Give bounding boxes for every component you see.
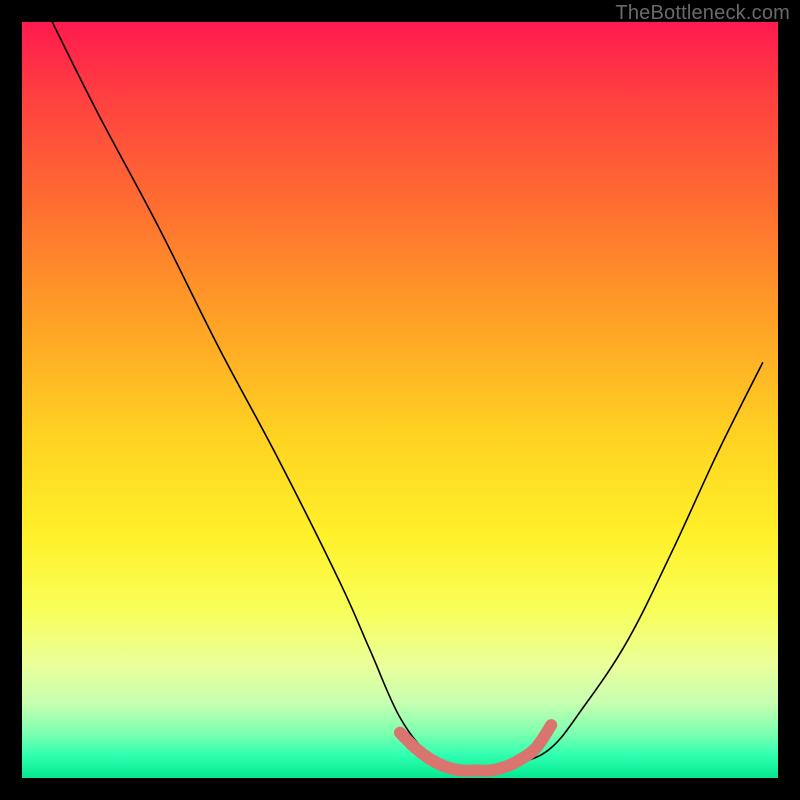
chart-frame: TheBottleneck.com [0,0,800,800]
series-optimal-band [400,725,551,771]
series-bottleneck-curve [52,22,763,772]
plot-area [22,22,778,778]
curve-svg [22,22,778,778]
